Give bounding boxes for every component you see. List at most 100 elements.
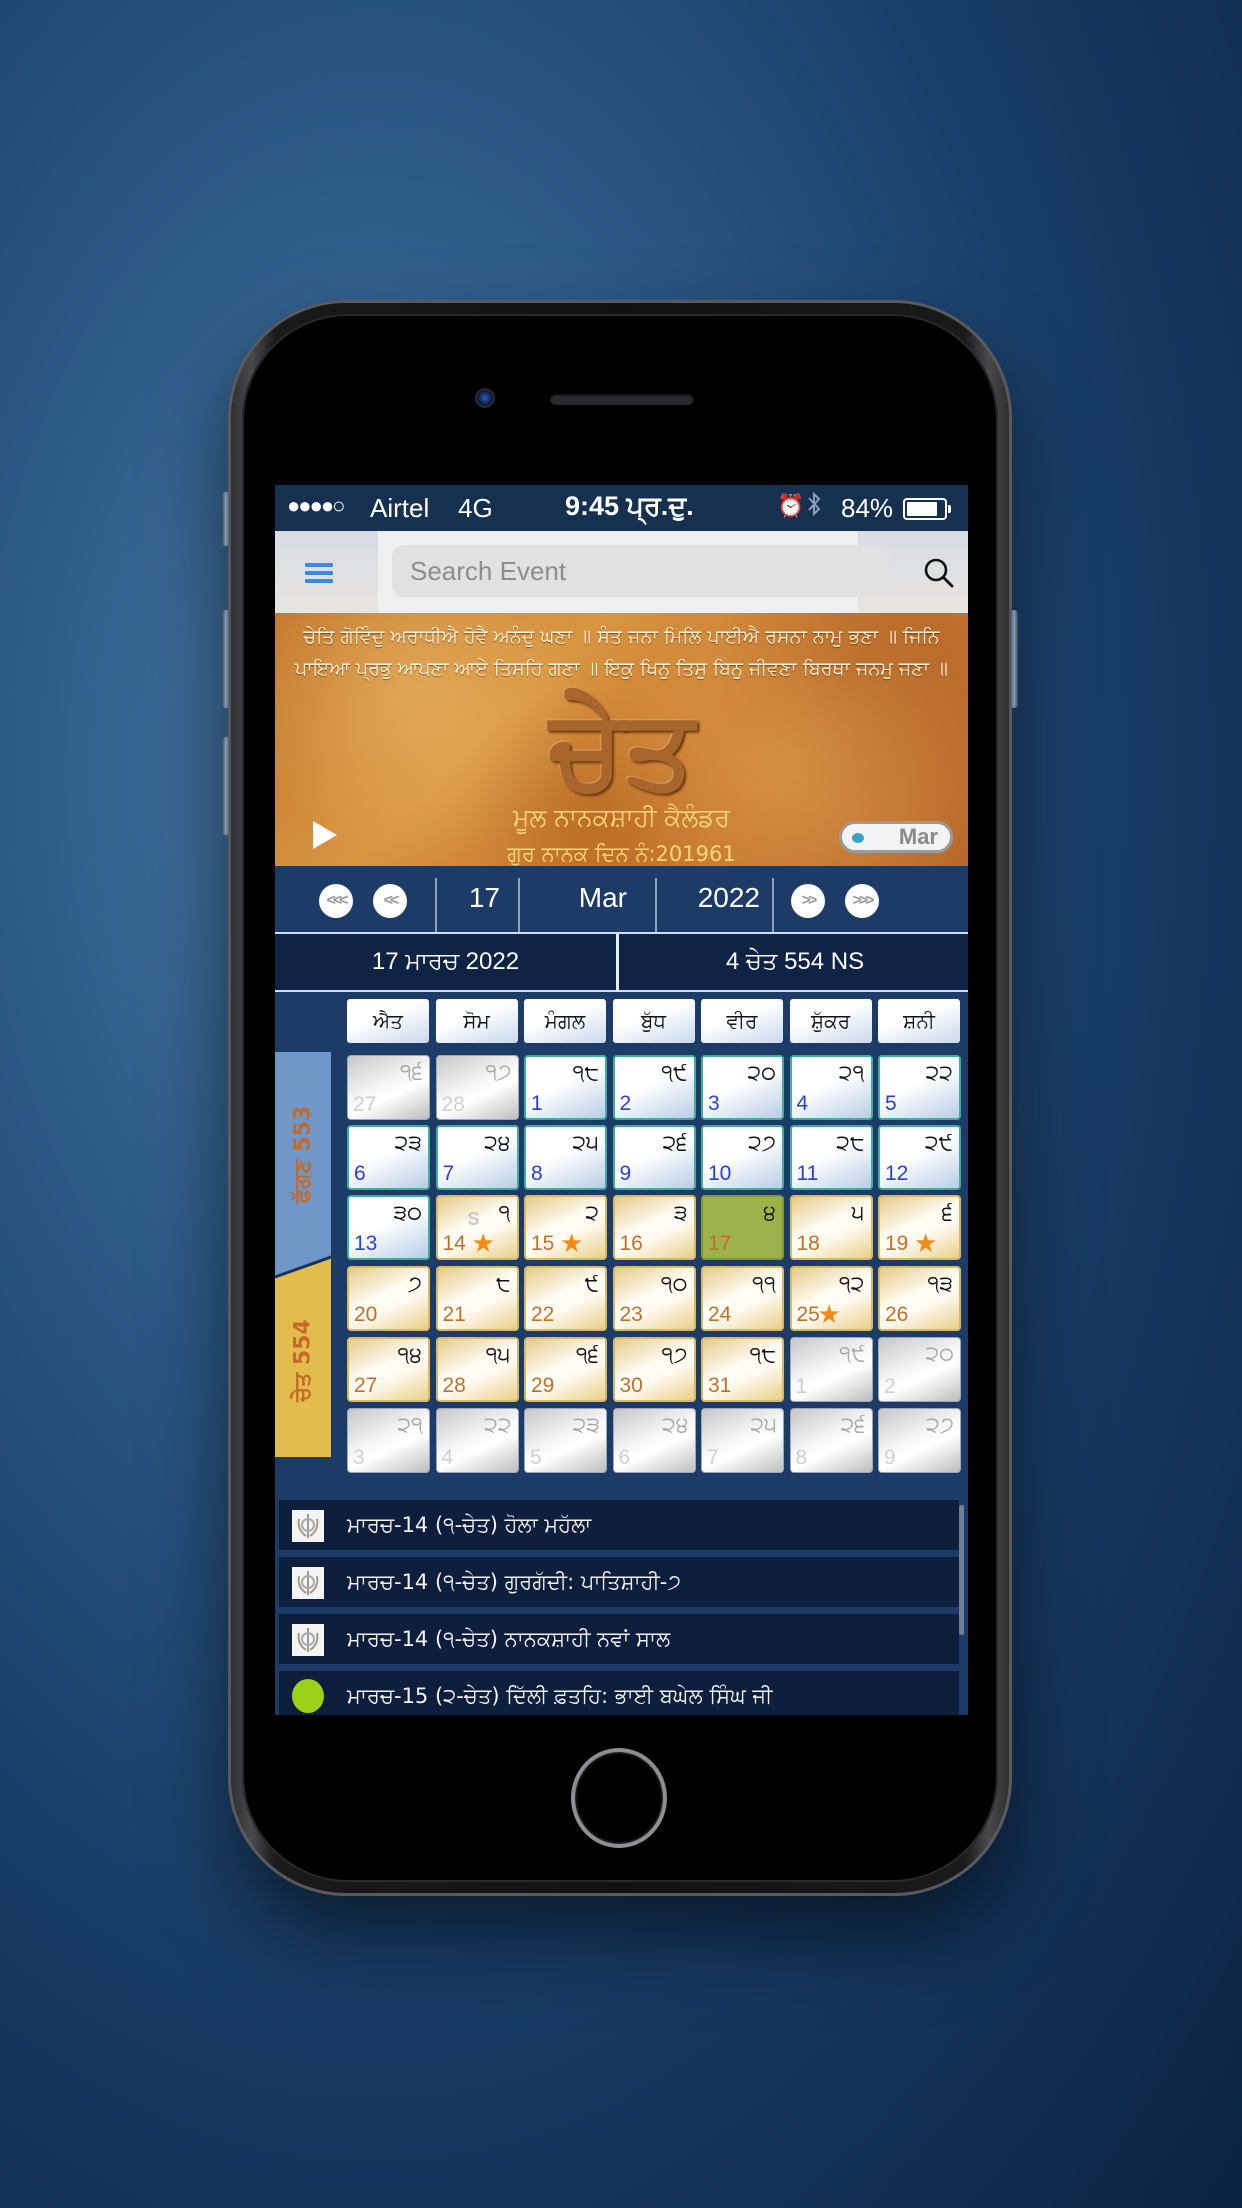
gregorian-day-number: 20 <box>354 1303 378 1326</box>
calendar-day[interactable]: ੧੮ 1 <box>524 1055 607 1120</box>
fast-forward-button[interactable]: >>> <box>845 884 879 918</box>
volume-up-button <box>222 610 230 708</box>
event-star-icon: ★ <box>560 1228 584 1258</box>
gregorian-day-number: 31 <box>708 1374 732 1397</box>
calendar-day[interactable]: ੨੨ 5 <box>878 1055 961 1120</box>
calendar-day[interactable]: ੧੪ 27 <box>347 1337 430 1402</box>
calendar-day[interactable]: ੨੬ 8 <box>789 1408 873 1473</box>
divider <box>772 878 774 932</box>
calendar-day[interactable]: ੭ 20 <box>347 1266 430 1331</box>
event-list-item[interactable]: ਮਾਰਚ-14 (੧-ਚੇਤ) ਨਾਨਕਸ਼ਾਹੀ ਨਵਾਂ ਸਾਲ <box>279 1614 959 1664</box>
nanakshahi-day-number: ੨੧ <box>397 1413 423 1438</box>
calendar-day[interactable]: ੧੯ 2 <box>612 1055 696 1120</box>
list-menu-icon[interactable] <box>305 563 333 583</box>
date-display: 17 ਮਾਰਚ 2022 4 ਚੇਤ 554 NS <box>275 934 968 992</box>
calendar-day[interactable]: ੨੫ 7 <box>701 1408 784 1473</box>
calendar-day[interactable]: ੧੫ 28 <box>435 1337 519 1402</box>
gregorian-day-number: 2 <box>884 1375 896 1398</box>
search-header <box>275 531 968 613</box>
search-container <box>378 531 890 613</box>
calendar-day[interactable]: ੧੬ 29 <box>524 1337 607 1402</box>
nanakshahi-day-number: ੨੯ <box>924 1131 953 1156</box>
gregorian-day-number: 9 <box>884 1446 896 1469</box>
bluetooth-icon <box>807 491 821 524</box>
weekday-label: ਸ਼ੁੱਕਰ <box>789 999 872 1043</box>
play-audio-button[interactable] <box>313 821 337 849</box>
gregorian-day-number: 23 <box>619 1303 643 1326</box>
calendar-day[interactable]: ੨੦ 2 <box>878 1337 961 1402</box>
calendar-day[interactable]: ੧੭ 30 <box>612 1337 696 1402</box>
month-picker[interactable]: Mar <box>545 882 627 914</box>
gregorian-day-number: 22 <box>531 1303 555 1326</box>
gregorian-day-number: 27 <box>354 1374 378 1397</box>
calendar-day[interactable]: ੬ 19 ★ <box>878 1195 961 1260</box>
gregorian-day-number: 4 <box>441 1446 454 1469</box>
home-button[interactable] <box>571 1748 667 1848</box>
month-toggle[interactable]: Mar <box>839 821 953 853</box>
calendar-day[interactable]: ੫ 18 <box>789 1195 873 1260</box>
event-text: ਮਾਰਚ-14 (੧-ਚੇਤ) ਹੋਲਾ ਮਹੱਲਾ <box>347 1513 592 1537</box>
event-list-item[interactable]: ਮਾਰਚ-15 (੨-ਚੇਤ) ਦਿੱਲੀ ਫ਼ਤਹਿ: ਭਾਈ ਬਘੇਲ ਸਿ… <box>279 1671 959 1715</box>
calendar-day[interactable]: ੧੭ 28 <box>435 1055 519 1120</box>
calendar-day[interactable]: ੨੨ 4 <box>435 1408 519 1473</box>
nanakshahi-day-number: ੨੩ <box>394 1131 422 1156</box>
calendar-day[interactable]: ੧੮ 31 <box>701 1337 784 1402</box>
day-picker[interactable]: 17 <box>450 882 500 914</box>
calendar-day[interactable]: ੧੬ 27 <box>347 1055 430 1120</box>
current-month-label: ਚੇਤ 554 <box>290 1319 316 1402</box>
calendar-day[interactable]: ੨੩ 5 <box>524 1408 607 1473</box>
calendar-day[interactable]: ੨੧ 4 <box>789 1055 873 1120</box>
nanakshahi-day-number: ੨੨ <box>484 1413 512 1438</box>
nanakshahi-day-number: ੫ <box>851 1201 865 1226</box>
previous-month-label: ਫੱਗਣ 553 <box>290 1105 316 1204</box>
battery-percentage: 84% <box>841 493 894 523</box>
calendar-day[interactable]: ੨੭ 9 <box>878 1408 961 1473</box>
calendar-day[interactable]: ੨੩ 6 <box>347 1125 430 1190</box>
nanakshahi-day-number: ੬ <box>941 1201 953 1226</box>
nanakshahi-day-number: ੨੦ <box>747 1061 776 1086</box>
event-list-item[interactable]: ਮਾਰਚ-14 (੧-ਚੇਤ) ਗੁਰਗੱਦੀ: ਪਾਤਿਸ਼ਾਹੀ-੭ <box>279 1557 959 1607</box>
back-button[interactable]: << <box>373 884 407 918</box>
calendar-day[interactable]: ੩੦ 13 <box>347 1195 430 1260</box>
calendar-day[interactable]: ੨ 15 ★ <box>524 1195 607 1260</box>
nanakshahi-day-number: ੩ <box>673 1201 688 1226</box>
event-text: ਮਾਰਚ-15 (੨-ਚੇਤ) ਦਿੱਲੀ ਫ਼ਤਹਿ: ਭਾਈ ਬਘੇਲ ਸਿ… <box>347 1684 773 1708</box>
calendar-day[interactable]: ੨੪ 7 <box>435 1125 519 1190</box>
calendar-day[interactable]: ੩ 16 <box>612 1195 696 1260</box>
calendar-day[interactable]: ੧ 14 S ★ <box>435 1195 519 1260</box>
calendar-day[interactable]: ੨੦ 3 <box>701 1055 784 1120</box>
search-event-input[interactable] <box>392 545 890 597</box>
calendar-day[interactable]: ੨੪ 6 <box>612 1408 696 1473</box>
search-icon[interactable] <box>921 555 957 591</box>
event-list-item[interactable]: ਮਾਰਚ-14 (੧-ਚੇਤ) ਹੋਲਾ ਮਹੱਲਾ <box>279 1500 959 1550</box>
calendar-day[interactable]: ੨੫ 8 <box>524 1125 607 1190</box>
calendar-day[interactable]: ੧੯ 1 <box>789 1337 873 1402</box>
calendar-day[interactable]: ੨੬ 9 <box>612 1125 696 1190</box>
fast-back-button[interactable]: <<< <box>319 884 353 918</box>
forward-button[interactable]: >> <box>791 884 825 918</box>
gregorian-day-number: 1 <box>795 1375 808 1398</box>
calendar-day[interactable]: ੨੭ 10 <box>701 1125 784 1190</box>
calendar-day[interactable]: ੧੦ 23 <box>612 1266 696 1331</box>
calendar-day-selected[interactable]: ੪ 17 <box>701 1195 784 1260</box>
events-scrollbar[interactable] <box>959 1505 964 1635</box>
network-type: 4G <box>458 493 493 523</box>
calendar-day[interactable]: ੧੨ 25 ★ <box>789 1266 873 1331</box>
nanakshahi-day-number: ੧੮ <box>749 1343 777 1368</box>
calendar-day[interactable]: ੨੧ 3 <box>347 1408 430 1473</box>
calendar-day[interactable]: ੧੧ 24 <box>701 1266 784 1331</box>
gregorian-day-number: 1 <box>531 1092 543 1115</box>
toggle-dot-icon <box>852 833 864 843</box>
front-camera <box>475 388 495 408</box>
event-text: ਮਾਰਚ-14 (੧-ਚੇਤ) ਗੁਰਗੱਦੀ: ਪਾਤਿਸ਼ਾਹੀ-੭ <box>347 1570 681 1594</box>
power-button <box>1010 610 1018 708</box>
weekday-label: ਐਤ <box>347 999 429 1043</box>
clock: 9:45 ਪ੍ਰ.ਦੁ. <box>565 491 694 521</box>
year-picker[interactable]: 2022 <box>670 882 760 914</box>
nanakshahi-day-number: ੨੪ <box>662 1413 689 1438</box>
calendar-day[interactable]: ੯ 22 <box>524 1266 607 1331</box>
calendar-day[interactable]: ੮ 21 <box>435 1266 519 1331</box>
calendar-day[interactable]: ੧੩ 26 <box>878 1266 961 1331</box>
calendar-day[interactable]: ੨੯ 12 <box>878 1125 961 1190</box>
calendar-day[interactable]: ੨੮ 11 <box>789 1125 873 1190</box>
